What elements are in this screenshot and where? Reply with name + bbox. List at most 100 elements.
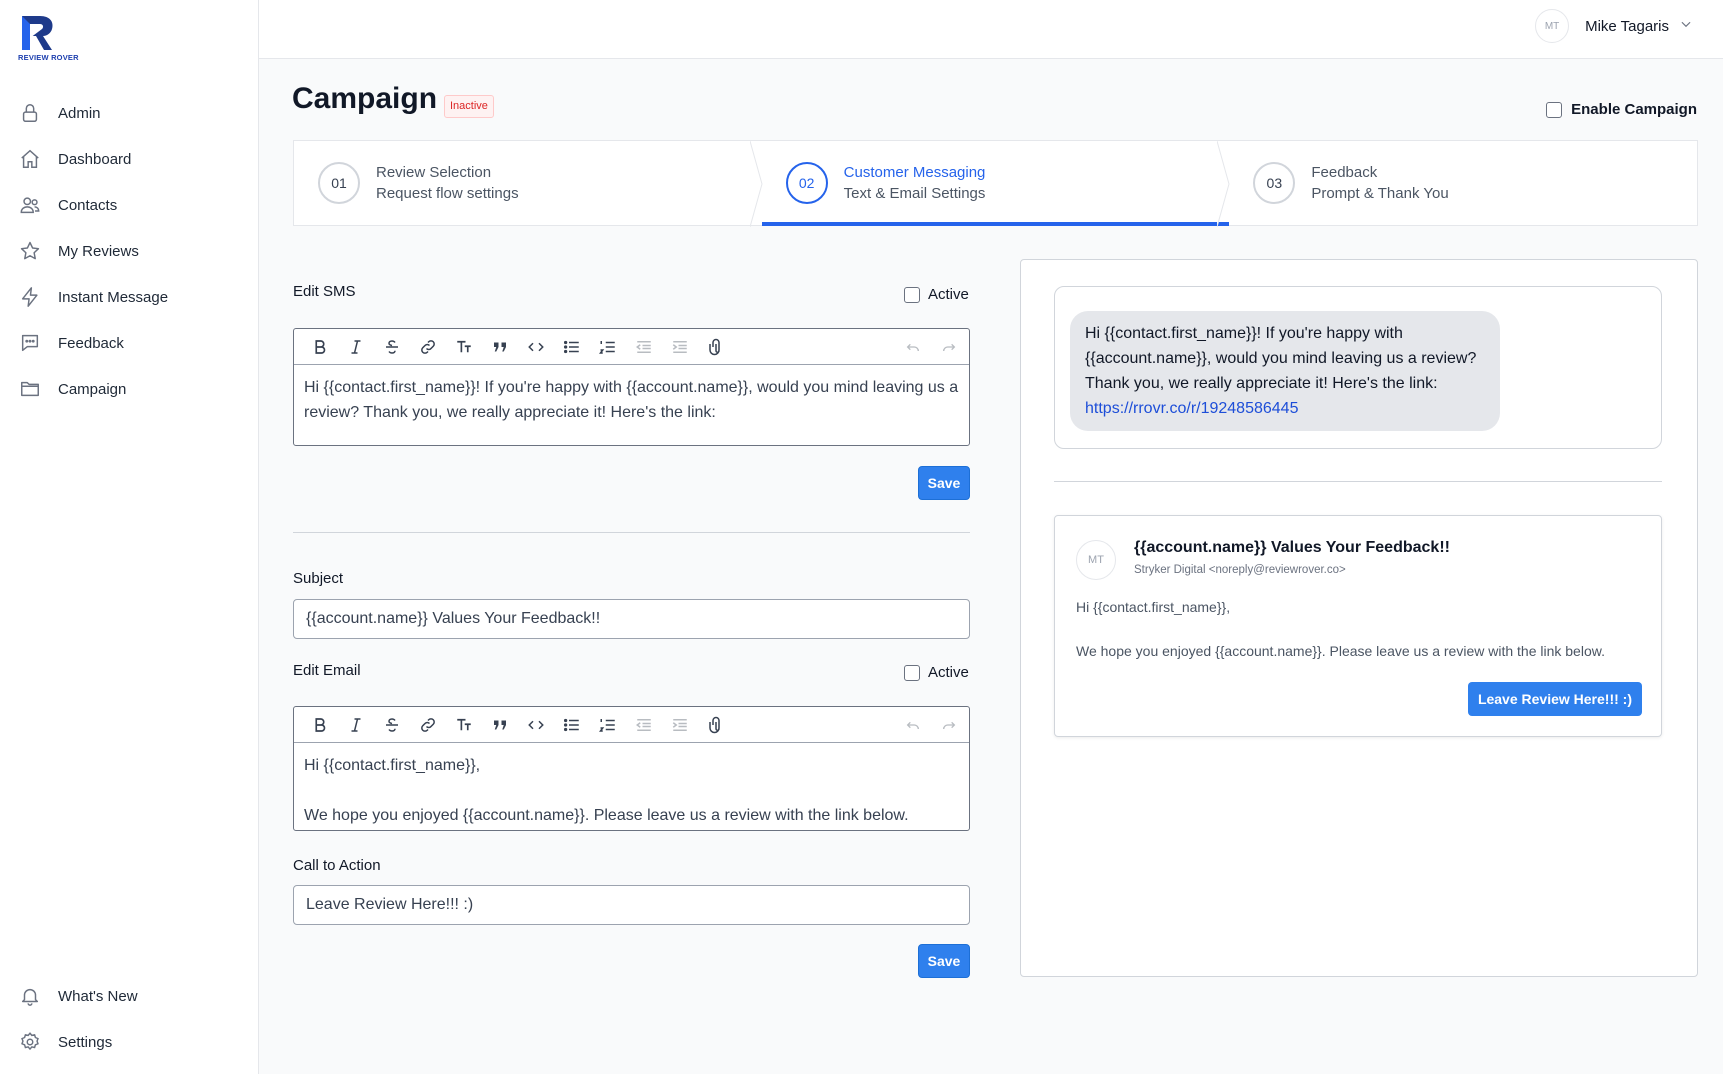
sidebar-item-dashboard[interactable]: Dashboard	[0, 136, 259, 182]
indent-icon[interactable]	[662, 711, 698, 739]
sidebar-item-label: Settings	[58, 1033, 113, 1051]
lock-icon	[18, 101, 42, 125]
home-icon	[18, 147, 42, 171]
attachment-icon[interactable]	[698, 333, 734, 361]
chevron-down-icon	[1679, 17, 1693, 36]
link-icon[interactable]	[410, 333, 446, 361]
bullet-list-icon[interactable]	[554, 333, 590, 361]
sidebar-item-label: Contacts	[58, 196, 118, 214]
email-body-text[interactable]: Hi {{contact.first_name}}, We hope you e…	[294, 743, 969, 838]
heading-icon[interactable]	[446, 711, 482, 739]
email-preview-sender: Stryker Digital <noreply@reviewrover.co>	[1134, 564, 1346, 576]
edit-sms-label: Edit SMS	[293, 283, 356, 300]
sms-editor-toolbar	[294, 329, 969, 365]
sidebar-item-instant-message[interactable]: Instant Message	[0, 274, 259, 320]
bold-icon[interactable]	[302, 333, 338, 361]
numbered-list-icon[interactable]	[590, 711, 626, 739]
sidebar-item-whats-new[interactable]: What's New	[0, 973, 259, 1019]
bell-icon	[18, 984, 42, 1008]
indent-icon[interactable]	[662, 333, 698, 361]
bold-icon[interactable]	[302, 711, 338, 739]
attachment-icon[interactable]	[698, 711, 734, 739]
step-number: 02	[785, 162, 828, 204]
step-feedback[interactable]: 03 Feedback Prompt & Thank You	[1229, 141, 1697, 225]
sidebar-item-contacts[interactable]: Contacts	[0, 182, 259, 228]
undo-icon[interactable]	[895, 333, 931, 361]
lightning-icon	[18, 285, 42, 309]
sidebar-item-campaign[interactable]: Campaign	[0, 366, 259, 412]
sidebar: REVIEW ROVER Admin Dashboard Contacts My…	[0, 0, 259, 1074]
italic-icon[interactable]	[338, 333, 374, 361]
step-title: Customer Messaging	[843, 164, 986, 181]
email-active-label: Active	[928, 664, 969, 681]
sidebar-item-label: Campaign	[58, 380, 127, 398]
strikethrough-icon[interactable]	[374, 711, 410, 739]
review-rover-logo[interactable]: REVIEW ROVER	[18, 14, 82, 64]
outdent-icon[interactable]	[626, 333, 662, 361]
step-title: Review Selection	[376, 164, 492, 181]
subject-input[interactable]	[293, 599, 970, 639]
sidebar-item-label: Instant Message	[58, 288, 169, 306]
outdent-icon[interactable]	[626, 711, 662, 739]
strikethrough-icon[interactable]	[374, 333, 410, 361]
italic-icon[interactable]	[338, 711, 374, 739]
section-divider	[293, 532, 970, 533]
enable-campaign-checkbox[interactable]	[1546, 101, 1563, 118]
sms-active-toggle[interactable]: Active	[904, 286, 969, 303]
call-to-action-label: Call to Action	[293, 857, 381, 874]
email-active-toggle[interactable]: Active	[904, 664, 969, 681]
sms-preview-text: Hi {{contact.first_name}}! If you're hap…	[1085, 325, 1477, 392]
sidebar-bottom-nav: What's New Settings	[0, 973, 259, 1065]
step-number: 03	[1253, 162, 1296, 204]
code-icon[interactable]	[518, 333, 554, 361]
code-icon[interactable]	[518, 711, 554, 739]
sidebar-item-my-reviews[interactable]: My Reviews	[0, 228, 259, 274]
sms-body-text[interactable]: Hi {{contact.first_name}}! If you're hap…	[294, 365, 969, 435]
folder-icon	[18, 377, 42, 401]
enable-campaign-label: Enable Campaign	[1571, 101, 1697, 118]
numbered-list-icon[interactable]	[590, 333, 626, 361]
sms-editor: Hi {{contact.first_name}}! If you're hap…	[293, 328, 970, 446]
undo-icon[interactable]	[895, 711, 931, 739]
step-divider-icon	[1217, 141, 1230, 227]
quote-icon[interactable]	[482, 711, 518, 739]
sidebar-item-admin[interactable]: Admin	[0, 90, 259, 136]
quote-icon[interactable]	[482, 333, 518, 361]
sidebar-item-label: Admin	[58, 104, 101, 122]
link-icon[interactable]	[410, 711, 446, 739]
step-title: Feedback	[1311, 164, 1378, 181]
email-preview-cta-button[interactable]: Leave Review Here!!! :)	[1467, 682, 1642, 716]
bullet-list-icon[interactable]	[554, 711, 590, 739]
sidebar-item-label: My Reviews	[58, 242, 139, 260]
call-to-action-input[interactable]	[293, 885, 970, 925]
sidebar-item-feedback[interactable]: Feedback	[0, 320, 259, 366]
step-number: 01	[318, 162, 360, 204]
sms-save-button[interactable]: Save	[918, 466, 970, 500]
user-menu[interactable]: MT Mike Tagaris	[1535, 9, 1693, 43]
heading-icon[interactable]	[446, 333, 482, 361]
step-review-selection[interactable]: 01 Review Selection Request flow setting…	[294, 141, 763, 227]
email-active-checkbox[interactable]	[904, 664, 920, 681]
campaign-stepper: 01 Review Selection Request flow setting…	[293, 140, 1698, 227]
redo-icon[interactable]	[931, 711, 967, 739]
email-save-button[interactable]: Save	[918, 944, 970, 978]
sms-preview: Hi {{contact.first_name}}! If you're hap…	[1054, 286, 1662, 449]
step-customer-messaging[interactable]: 02 Customer Messaging Text & Email Setti…	[761, 141, 1230, 227]
step-divider-icon	[749, 141, 763, 227]
email-preview: MT {{account.name}} Values Your Feedback…	[1054, 515, 1662, 737]
preview-panel: Hi {{contact.first_name}}! If you're hap…	[1020, 259, 1698, 977]
sms-active-checkbox[interactable]	[904, 286, 920, 303]
avatar: MT	[1535, 9, 1570, 43]
sms-preview-link[interactable]: https://rrovr.co/r/19248586445	[1085, 400, 1298, 417]
sidebar-item-label: Dashboard	[58, 150, 132, 168]
email-preview-message: We hope you enjoyed {{account.name}}. Pl…	[1076, 643, 1605, 659]
sidebar-item-settings[interactable]: Settings	[0, 1019, 259, 1065]
email-preview-body: Hi {{contact.first_name}}, We hope you e…	[1076, 596, 1605, 662]
enable-campaign-toggle[interactable]: Enable Campaign	[1546, 101, 1697, 118]
logo-text: REVIEW ROVER	[18, 53, 79, 62]
redo-icon[interactable]	[931, 333, 967, 361]
status-badge: Inactive	[444, 95, 494, 118]
email-preview-greeting: Hi {{contact.first_name}},	[1076, 599, 1231, 615]
email-editor-toolbar	[294, 707, 969, 743]
sidebar-item-label: What's New	[58, 987, 138, 1005]
